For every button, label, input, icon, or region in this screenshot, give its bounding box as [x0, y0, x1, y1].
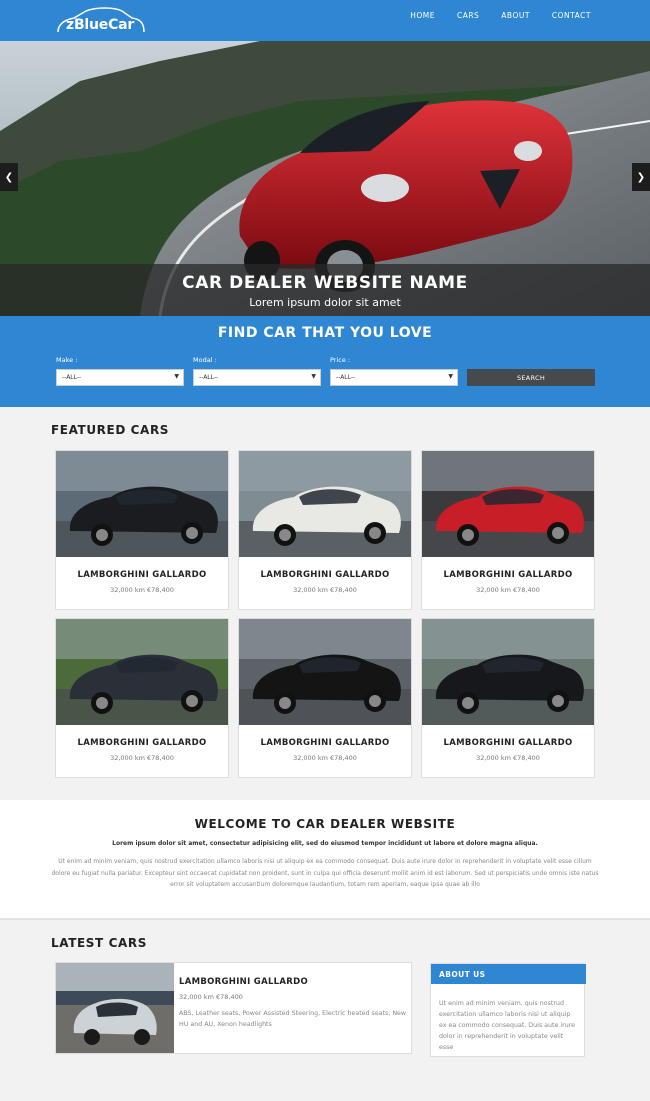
featured-title: FEATURED CARS	[51, 423, 170, 437]
caret-down-icon: ▼	[174, 373, 179, 380]
car-info: 32,000 km €78,400	[110, 754, 174, 762]
hero-title: CAR DEALER WEBSITE NAME	[182, 273, 468, 293]
car-info: 32,000 km €78,400	[293, 586, 357, 594]
modal-select[interactable]: --ALL-- ▼	[193, 369, 321, 386]
slider-next-button[interactable]: ❯	[632, 163, 650, 191]
car-name[interactable]: LAMBORGHINI GALLARDO	[56, 570, 228, 580]
latest-car-info: 32,000 km €78,400	[179, 993, 243, 1001]
about-title: ABOUT US	[431, 964, 586, 984]
featured-car-card[interactable]: LAMBORGHINI GALLARDO 32,000 km €78,400	[238, 618, 412, 778]
hero-subtitle: Lorem ipsum dolor sit amet	[249, 296, 401, 309]
car-name[interactable]: LAMBORGHINI GALLARDO	[239, 570, 411, 580]
caret-down-icon: ▼	[448, 373, 453, 380]
price-select[interactable]: --ALL-- ▼	[330, 369, 458, 386]
price-label: Price :	[330, 356, 351, 364]
modal-select-value: --ALL--	[199, 374, 219, 381]
featured-car-card[interactable]: LAMBORGHINI GALLARDO 32,000 km €78,400	[55, 450, 229, 610]
welcome-section: WELCOME TO CAR DEALER WEBSITE Lorem ipsu…	[0, 800, 650, 920]
top-navbar: zBlueCar HOME CARS ABOUT CONTACT	[0, 0, 650, 41]
slider-prev-button[interactable]: ❮	[0, 163, 18, 191]
featured-car-card[interactable]: LAMBORGHINI GALLARDO 32,000 km €78,400	[421, 450, 595, 610]
welcome-body: Ut enim ad minim veniam, quis nostrud ex…	[51, 858, 599, 888]
latest-car-name[interactable]: LAMBORGHINI GALLARDO	[179, 977, 308, 987]
search-button[interactable]: SEARCH	[467, 369, 595, 386]
about-widget: ABOUT US Ut enim ad minim veniam, quis n…	[430, 963, 586, 1057]
nav-contact[interactable]: CONTACT	[552, 11, 591, 20]
brand-name: zBlueCar	[66, 17, 135, 33]
car-image	[56, 619, 228, 725]
about-text: Ut enim ad minim veniam, quis nostrud ex…	[439, 1000, 576, 1051]
car-info: 32,000 km €78,400	[476, 754, 540, 762]
make-select-value: --ALL--	[62, 374, 82, 381]
hero-slider: ❮ ❯ CAR DEALER WEBSITE NAME Lorem ipsum …	[0, 41, 650, 316]
featured-car-card[interactable]: LAMBORGHINI GALLARDO 32,000 km €78,400	[421, 618, 595, 778]
car-name[interactable]: LAMBORGHINI GALLARDO	[422, 738, 594, 748]
car-info: 32,000 km €78,400	[476, 586, 540, 594]
chevron-right-icon: ❯	[636, 171, 646, 183]
nav-cars[interactable]: CARS	[457, 11, 479, 20]
welcome-title: WELCOME TO CAR DEALER WEBSITE	[194, 817, 456, 831]
welcome-lead: Lorem ipsum dolor sit amet, consectetur …	[112, 840, 538, 847]
search-title: FIND CAR THAT YOU LOVE	[217, 325, 433, 341]
price-select-value: --ALL--	[336, 374, 356, 381]
car-image	[422, 619, 594, 725]
chevron-left-icon: ❮	[4, 171, 14, 183]
search-panel: FIND CAR THAT YOU LOVE Make : --ALL-- ▼ …	[0, 316, 650, 407]
nav-about[interactable]: ABOUT	[501, 11, 530, 20]
latest-car-desc: ABS, Leather seats, Power Assisted Steer…	[179, 1010, 407, 1028]
latest-car-card[interactable]: LAMBORGHINI GALLARDO 32,000 km €78,400 A…	[55, 962, 412, 1054]
latest-car-image	[56, 963, 174, 1053]
car-name[interactable]: LAMBORGHINI GALLARDO	[422, 570, 594, 580]
brand-logo[interactable]: zBlueCar	[56, 6, 146, 36]
modal-label: Modal :	[193, 356, 217, 364]
car-info: 32,000 km €78,400	[293, 754, 357, 762]
nav-home[interactable]: HOME	[410, 11, 435, 20]
featured-car-card[interactable]: LAMBORGHINI GALLARDO 32,000 km €78,400	[238, 450, 412, 610]
make-label: Make :	[56, 356, 78, 364]
caret-down-icon: ▼	[311, 373, 316, 380]
car-name[interactable]: LAMBORGHINI GALLARDO	[56, 738, 228, 748]
car-image	[422, 451, 594, 557]
car-image	[239, 619, 411, 725]
featured-car-card[interactable]: LAMBORGHINI GALLARDO 32,000 km €78,400	[55, 618, 229, 778]
latest-title: LATEST CARS	[51, 936, 147, 950]
car-name[interactable]: LAMBORGHINI GALLARDO	[239, 738, 411, 748]
hero-caption: CAR DEALER WEBSITE NAME Lorem ipsum dolo…	[0, 264, 650, 316]
make-select[interactable]: --ALL-- ▼	[56, 369, 184, 386]
car-image	[239, 451, 411, 557]
car-info: 32,000 km €78,400	[110, 586, 174, 594]
car-image	[56, 451, 228, 557]
main-menu: HOME CARS ABOUT CONTACT	[388, 11, 591, 20]
